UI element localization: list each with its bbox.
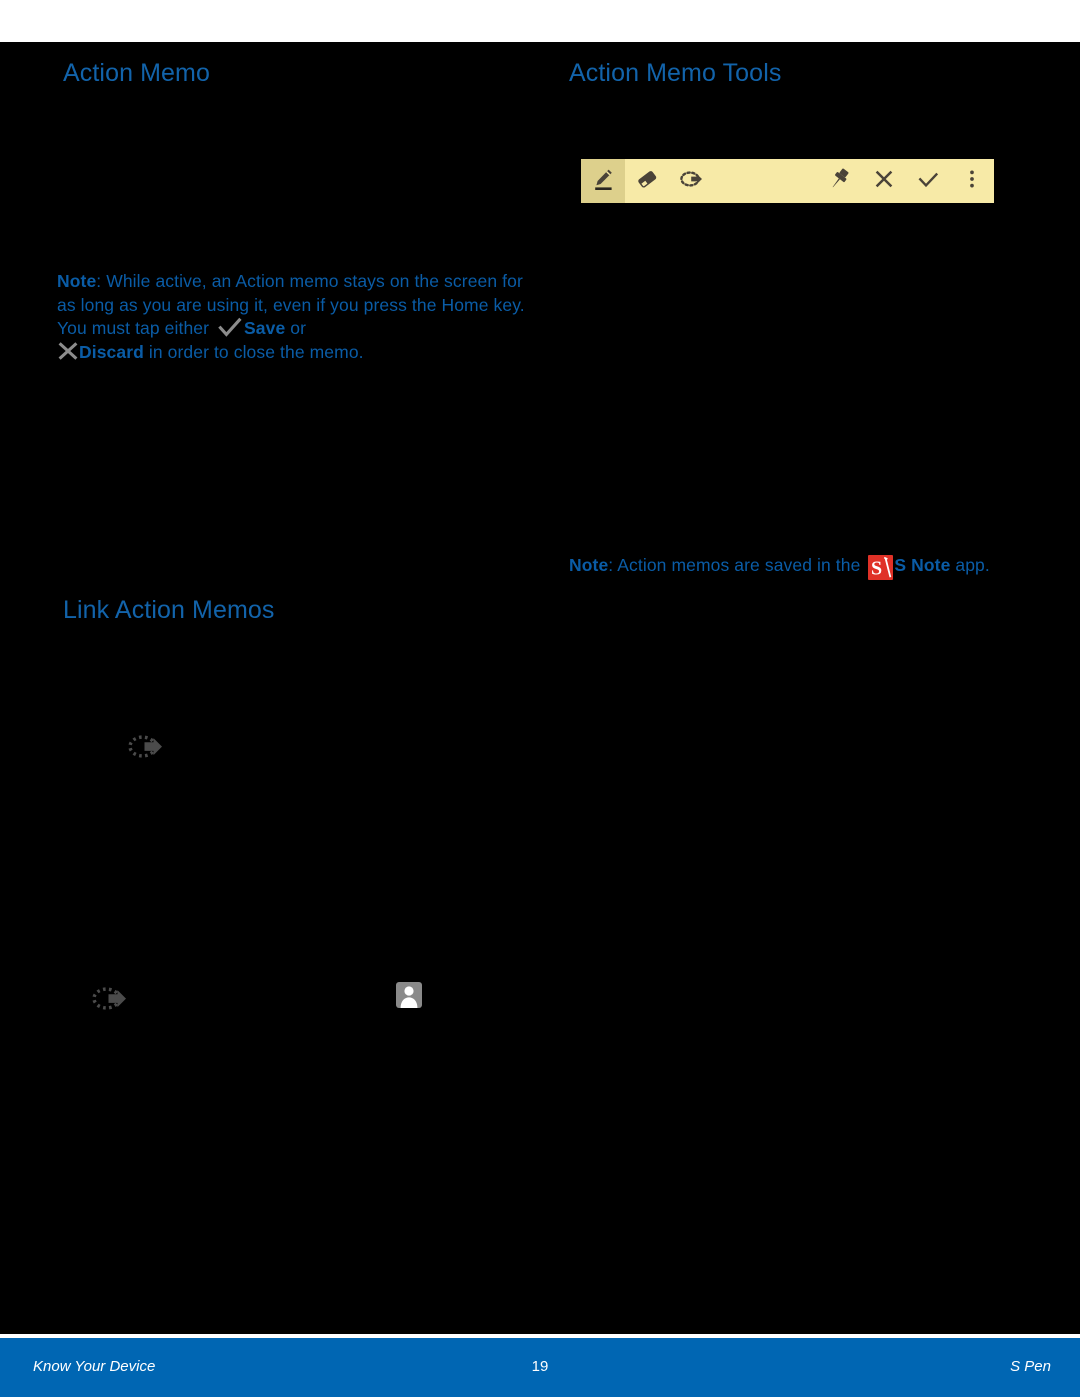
link-action-icon [89, 982, 129, 1016]
manual-page: Action Memo Action Memo Tools Link Actio… [0, 0, 1080, 1397]
note-colon: : [96, 271, 107, 291]
note-label: Note [569, 555, 609, 575]
close-icon [57, 341, 79, 361]
footer-page-number: 19 [531, 1358, 549, 1375]
page-content-area: Action Memo Action Memo Tools Link Actio… [0, 42, 1080, 1334]
note-text-part2: app. [950, 555, 990, 575]
save-button[interactable] [906, 159, 950, 203]
footer-chapter-label: S Pen [1010, 1358, 1051, 1375]
pen-icon [589, 165, 617, 198]
check-icon [914, 165, 942, 198]
overflow-menu-icon [958, 165, 986, 198]
link-action-icon [677, 165, 705, 198]
svg-text:S: S [871, 558, 882, 580]
section-heading-link-action-memos: Link Action Memos [63, 596, 275, 624]
page-title: Action Memo [63, 59, 210, 87]
eraser-icon [633, 165, 661, 198]
more-options-button[interactable] [950, 159, 994, 203]
link-action-button[interactable] [669, 159, 713, 203]
note-text-part1: Action memos are saved in the [617, 555, 866, 575]
contact-icon [396, 982, 422, 1008]
link-action-icon [125, 730, 165, 764]
note-colon: : [608, 555, 618, 575]
note-text-part2: or [285, 318, 307, 338]
section-heading-action-memo-tools: Action Memo Tools [569, 59, 782, 87]
pin-button[interactable] [818, 159, 862, 203]
pin-icon [826, 165, 854, 198]
page-footer: Know Your Device 19 S Pen [0, 1338, 1080, 1397]
note-label: Note [57, 271, 97, 291]
note-text-part3: in order to close the memo. [143, 341, 364, 362]
discard-button[interactable] [862, 159, 906, 203]
s-note-icon: S [868, 555, 894, 581]
note-callout-action-memo: Note: While active, an Action memo stays… [57, 270, 527, 364]
eraser-tool-button[interactable] [625, 159, 669, 203]
close-icon [870, 165, 898, 198]
s-note-app-label: S Note [894, 555, 951, 575]
discard-label: Discard [79, 341, 144, 362]
pen-tool-button[interactable] [581, 159, 625, 203]
page-top-margin [0, 0, 1080, 42]
note-callout-s-note: Note: Action memos are saved in the S S … [569, 554, 1039, 581]
save-label: Save [244, 318, 286, 338]
check-icon [217, 317, 243, 338]
action-memo-toolbar [581, 159, 994, 203]
